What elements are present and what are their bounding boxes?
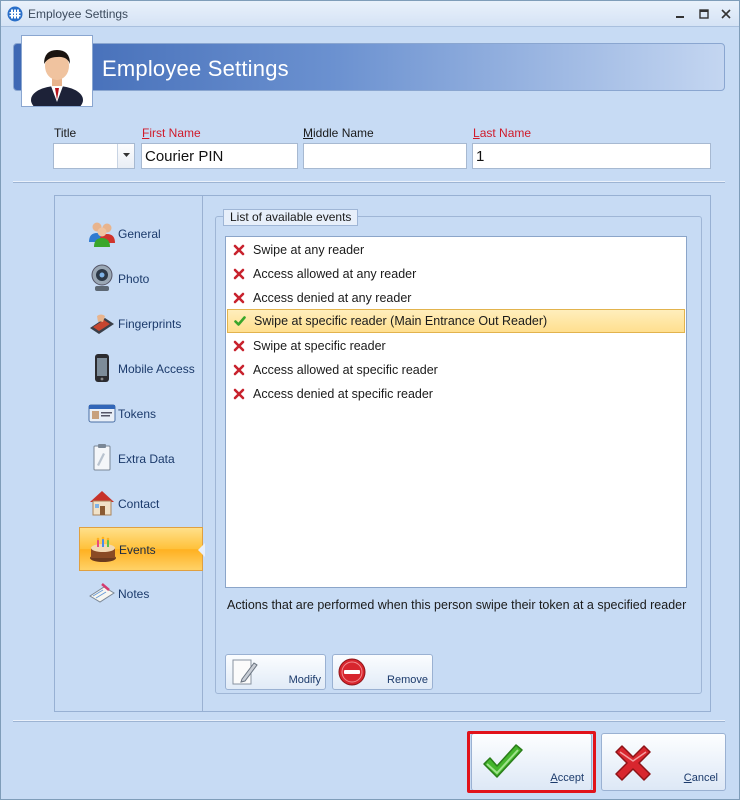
clipboard-icon [93, 444, 111, 471]
title-select[interactable] [53, 143, 135, 169]
id-card-icon [88, 404, 116, 423]
settings-panel: General Photo Fingerprints Mobile Access… [54, 195, 711, 712]
cross-icon [233, 340, 245, 352]
nav-label-mobile-access: Mobile Access [118, 362, 195, 376]
cancel-x-icon [615, 745, 651, 781]
maximize-button[interactable] [693, 5, 715, 23]
remove-button[interactable]: Remove [332, 654, 433, 690]
header-banner: Employee Settings [13, 43, 725, 91]
dropdown-button[interactable] [117, 144, 134, 168]
notepad-icon [89, 583, 115, 603]
divider [13, 181, 725, 183]
nav-item-photo[interactable]: Photo [79, 257, 203, 301]
active-indicator-arrow [198, 543, 205, 557]
event-row[interactable]: Access allowed at any reader [227, 263, 685, 285]
cake-icon [90, 536, 116, 562]
businessman-icon [31, 50, 83, 114]
nav-item-events[interactable]: Events [79, 527, 203, 571]
nav-item-general[interactable]: General [79, 212, 203, 256]
first-name-field[interactable]: Courier PIN [141, 143, 298, 169]
window-title: Employee Settings [28, 7, 129, 21]
check-icon [234, 316, 246, 326]
maximize-icon [699, 9, 709, 19]
event-row-selected[interactable]: Swipe at specific reader (Main Entrance … [227, 309, 685, 333]
nav-label-general: General [118, 227, 161, 241]
accept-highlight-frame [467, 731, 596, 793]
modify-button[interactable]: Modify [225, 654, 326, 690]
remove-icon [338, 658, 366, 686]
event-label: Access allowed at specific reader [253, 363, 438, 377]
cancel-button[interactable]: Cancel [601, 733, 726, 791]
employee-settings-window: Employee Settings Employee Settings Titl… [0, 0, 740, 800]
title-bar: Employee Settings [1, 1, 739, 27]
house-icon [90, 491, 114, 516]
event-row[interactable]: Swipe at any reader [227, 239, 685, 261]
mobile-phone-icon [95, 354, 109, 382]
nav-label-fingerprints: Fingerprints [118, 317, 182, 331]
remove-label: Remove [387, 674, 428, 686]
nav-label-events: Events [119, 543, 156, 557]
cross-icon [233, 268, 245, 280]
close-button[interactable] [715, 5, 737, 23]
cross-icon [233, 292, 245, 304]
chevron-down-icon [122, 153, 130, 157]
event-row[interactable]: Access denied at any reader [227, 287, 685, 309]
event-label: Swipe at specific reader [253, 339, 386, 353]
middle-name-label: Middle Name [303, 126, 374, 140]
nav-item-mobile-access[interactable]: Mobile Access [79, 347, 203, 391]
title-label: Title [54, 126, 77, 140]
event-label: Access allowed at any reader [253, 267, 417, 281]
avatar [21, 35, 93, 114]
event-row[interactable]: Access allowed at specific reader [227, 359, 685, 381]
people-icon [89, 222, 115, 247]
event-row[interactable]: Swipe at specific reader [227, 335, 685, 357]
event-row[interactable]: Access denied at specific reader [227, 383, 685, 405]
nav-item-contact[interactable]: Contact [79, 482, 203, 526]
cross-icon [233, 364, 245, 376]
modify-label: Modify [288, 674, 321, 686]
app-grid-icon [7, 6, 23, 22]
nav-label-extra-data: Extra Data [118, 452, 175, 466]
event-label: Access denied at specific reader [253, 387, 433, 401]
first-name-label: First Name [142, 126, 201, 140]
nav-item-fingerprints[interactable]: Fingerprints [79, 302, 203, 346]
nav-label-contact: Contact [118, 497, 160, 511]
divider [13, 720, 725, 722]
cross-icon [233, 388, 245, 400]
fingerprint-scanner-icon [90, 314, 114, 334]
edit-document-icon [232, 659, 258, 685]
nav-label-notes: Notes [118, 587, 150, 601]
minimize-icon [676, 16, 684, 18]
minimize-button[interactable] [669, 5, 691, 23]
nav-label-tokens: Tokens [118, 407, 157, 421]
cross-icon [233, 244, 245, 256]
middle-name-field[interactable] [303, 143, 467, 169]
event-list[interactable]: Swipe at any reader Access allowed at an… [225, 236, 687, 588]
page-title: Employee Settings [102, 56, 289, 81]
webcam-icon [91, 264, 113, 291]
event-label: Swipe at specific reader (Main Entrance … [254, 314, 548, 328]
nav-item-extra-data[interactable]: Extra Data [79, 437, 203, 481]
event-label: Access denied at any reader [253, 291, 412, 305]
cancel-label: Cancel [683, 772, 718, 784]
events-group-title: List of available events [223, 209, 359, 226]
nav-item-notes[interactable]: Notes [79, 572, 203, 616]
event-label: Swipe at any reader [253, 243, 365, 257]
last-name-field[interactable]: 1 [472, 143, 711, 169]
event-description: Actions that are performed when this per… [227, 598, 687, 612]
close-icon [721, 9, 731, 19]
last-name-label: Last Name [473, 126, 532, 140]
nav-item-tokens[interactable]: Tokens [79, 392, 203, 436]
nav-label-photo: Photo [118, 272, 150, 286]
